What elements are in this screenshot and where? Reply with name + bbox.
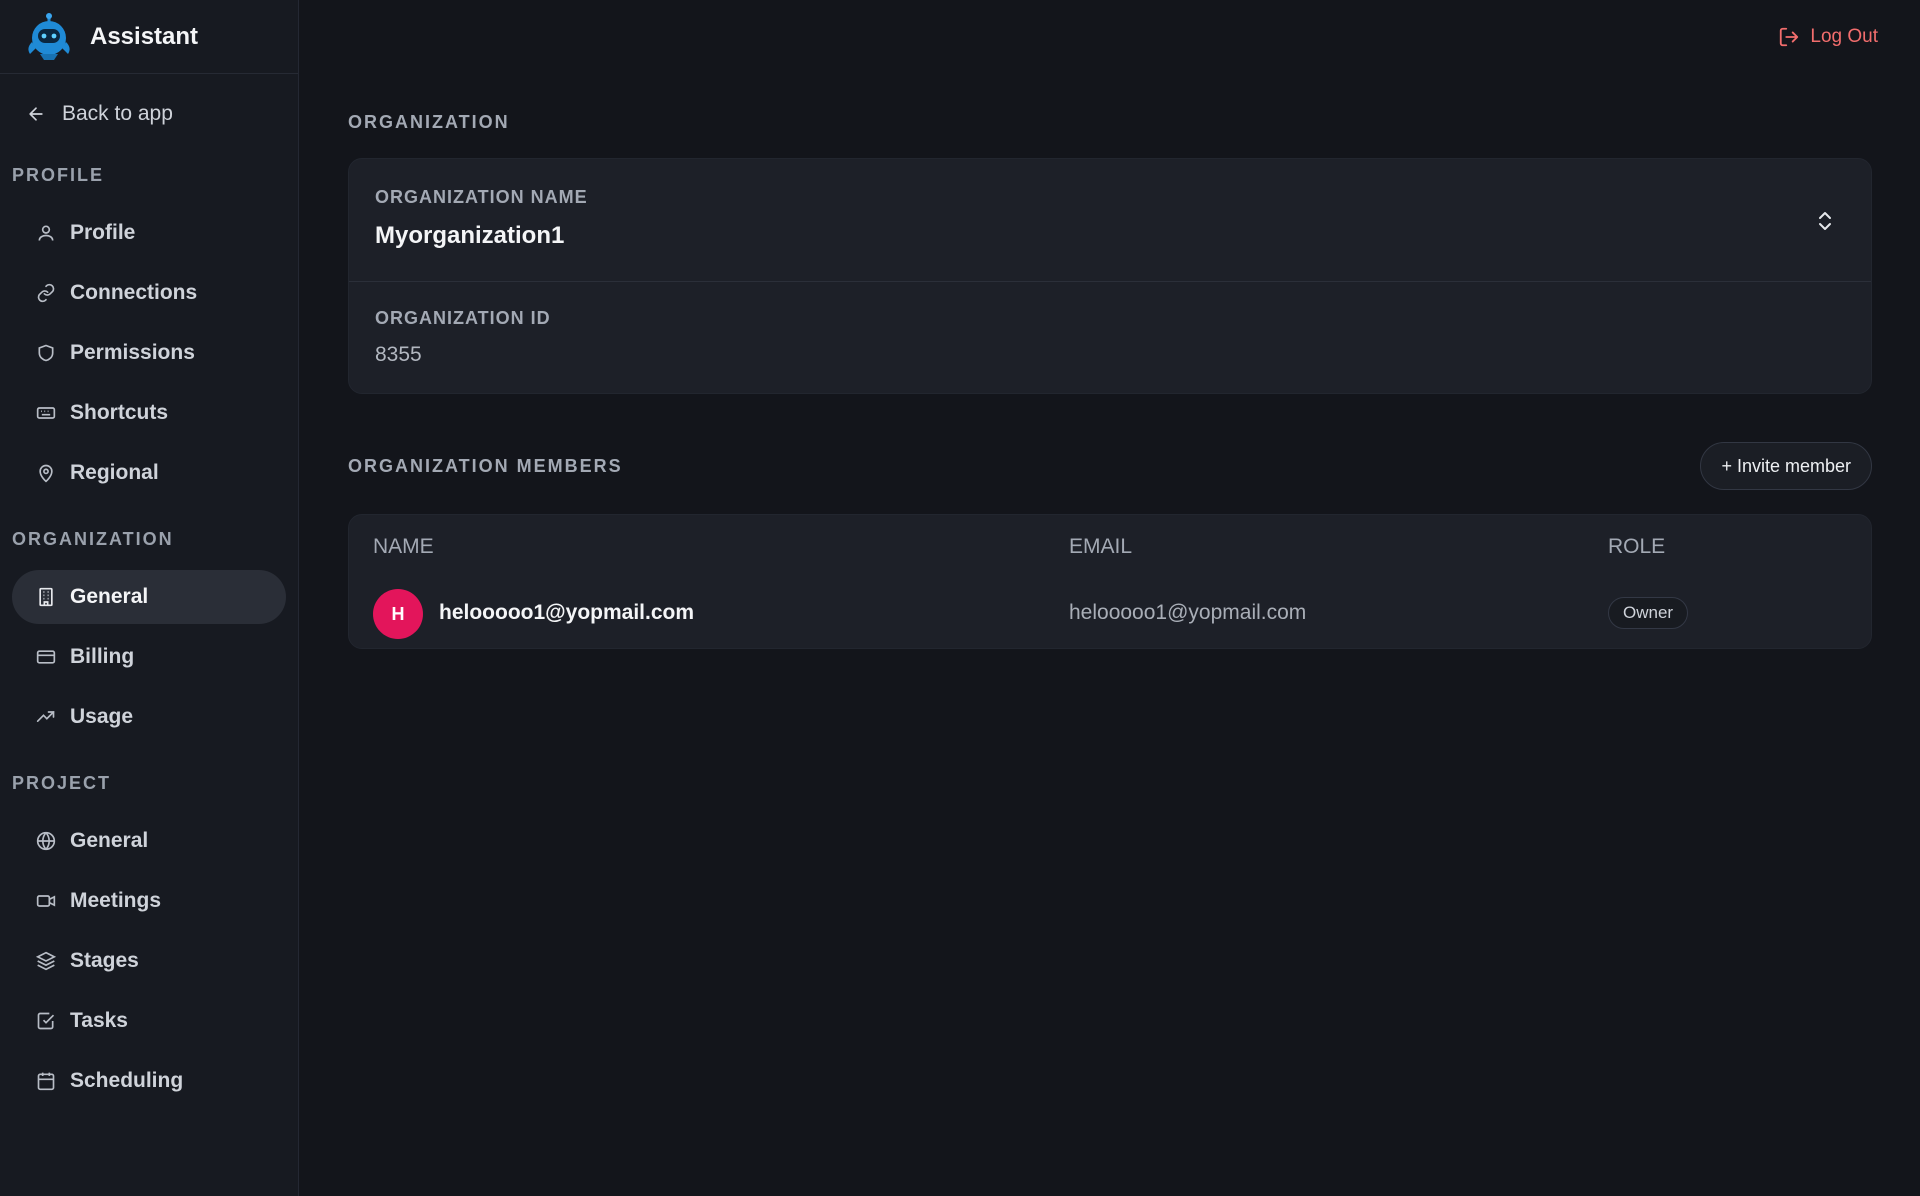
sidebar-item-label: General (70, 829, 149, 852)
layers-icon (36, 951, 56, 971)
building-icon (39, 587, 53, 607)
sidebar-item-label: Connections (70, 281, 198, 304)
map-pin-icon (39, 464, 53, 483)
arrow-left-icon (29, 107, 43, 121)
sidebar-group-organization: ORGANIZATION General Billing Usage (0, 518, 298, 744)
member-email: helooooo1@yopmail.com (1069, 601, 1307, 624)
trending-up-icon (36, 711, 55, 722)
sidebar-item-label: Tasks (70, 1009, 128, 1032)
sidebar-item-usage[interactable]: Usage (12, 690, 286, 744)
sidebar-item-shortcuts[interactable]: Shortcuts (12, 386, 286, 440)
sidebar-item-label: Usage (70, 705, 134, 728)
sidebar-item-label: Permissions (70, 341, 195, 364)
organization-card: ORGANIZATION NAME Myorganization1 ORGANI… (348, 158, 1872, 394)
calendar-icon (37, 1072, 55, 1091)
back-to-app-label: Back to app (62, 102, 173, 125)
section-title-organization: ORGANIZATION (12, 528, 174, 549)
back-to-app-link[interactable]: Back to app (0, 74, 298, 154)
credit-card-icon (36, 650, 56, 664)
members-table: NAME EMAIL ROLE H helooooo1@yopmail.com … (348, 514, 1872, 649)
organization-name-value: Myorganization1 (375, 222, 565, 249)
check-square-icon (37, 1012, 55, 1030)
sidebar-item-project-general[interactable]: General (12, 814, 286, 868)
sidebar-item-label: Billing (70, 645, 135, 668)
robot-logo-icon (28, 12, 70, 60)
chevron-up-down-icon[interactable] (1815, 209, 1835, 233)
sidebar-item-tasks[interactable]: Tasks (12, 994, 286, 1048)
sidebar-group-project: PROJECT General Meetings Stages Tasks Sc… (0, 762, 298, 1108)
globe-icon (36, 831, 56, 851)
section-title-profile: PROFILE (12, 164, 105, 185)
sidebar-item-meetings[interactable]: Meetings (12, 874, 286, 928)
organization-name-label: ORGANIZATION NAME (375, 187, 588, 207)
table-row: H helooooo1@yopmail.com helooooo1@yopmai… (349, 589, 1871, 639)
sidebar-group-profile: PROFILE Profile Connections Permissions … (0, 154, 298, 500)
sidebar-item-connections[interactable]: Connections (12, 266, 286, 320)
sidebar-item-label: Profile (70, 221, 136, 244)
link-icon (37, 283, 55, 303)
keyboard-icon (36, 407, 56, 419)
sidebar-item-label: Meetings (70, 889, 162, 912)
sidebar-item-label: Regional (70, 461, 159, 484)
column-header-email: EMAIL (1069, 535, 1133, 558)
sidebar-item-label: General (70, 585, 149, 608)
organization-id-value: 8355 (375, 343, 422, 366)
sidebar: Assistant Back to app PROFILE Profile Co… (0, 0, 299, 1196)
brand-name: Assistant (90, 22, 199, 50)
role-badge: Owner (1608, 597, 1689, 629)
sidebar-item-regional[interactable]: Regional (12, 446, 286, 500)
organization-section-title: ORGANIZATION (348, 112, 510, 132)
user-icon (38, 225, 54, 241)
sidebar-item-org-general[interactable]: General (12, 570, 286, 624)
sidebar-item-label: Scheduling (70, 1069, 184, 1092)
sidebar-item-scheduling[interactable]: Scheduling (12, 1054, 286, 1108)
organization-name-row[interactable]: ORGANIZATION NAME Myorganization1 (349, 159, 1871, 282)
brand: Assistant (0, 0, 298, 74)
logout-button[interactable]: Log Out (1778, 26, 1878, 48)
sidebar-item-label: Stages (70, 949, 139, 972)
invite-member-button[interactable]: + Invite member (1700, 442, 1872, 490)
logout-label: Log Out (1810, 26, 1878, 47)
logout-icon (1780, 27, 1799, 47)
organization-id-label: ORGANIZATION ID (375, 308, 551, 328)
members-section-title: ORGANIZATION MEMBERS (348, 456, 623, 476)
member-name: helooooo1@yopmail.com (439, 601, 695, 624)
column-header-role: ROLE (1608, 535, 1666, 558)
sidebar-item-label: Shortcuts (70, 401, 169, 424)
main-content: Log Out ORGANIZATION ORGANIZATION NAME M… (300, 0, 1920, 1196)
sidebar-item-permissions[interactable]: Permissions (12, 326, 286, 380)
section-title-project: PROJECT (12, 772, 112, 793)
sidebar-item-stages[interactable]: Stages (12, 934, 286, 988)
avatar: H (373, 589, 423, 639)
organization-id-row: ORGANIZATION ID 8355 (349, 282, 1871, 367)
sidebar-item-profile[interactable]: Profile (12, 206, 286, 260)
sidebar-item-billing[interactable]: Billing (12, 630, 286, 684)
column-header-name: NAME (373, 535, 434, 558)
video-icon (36, 895, 56, 907)
shield-icon (38, 344, 54, 362)
